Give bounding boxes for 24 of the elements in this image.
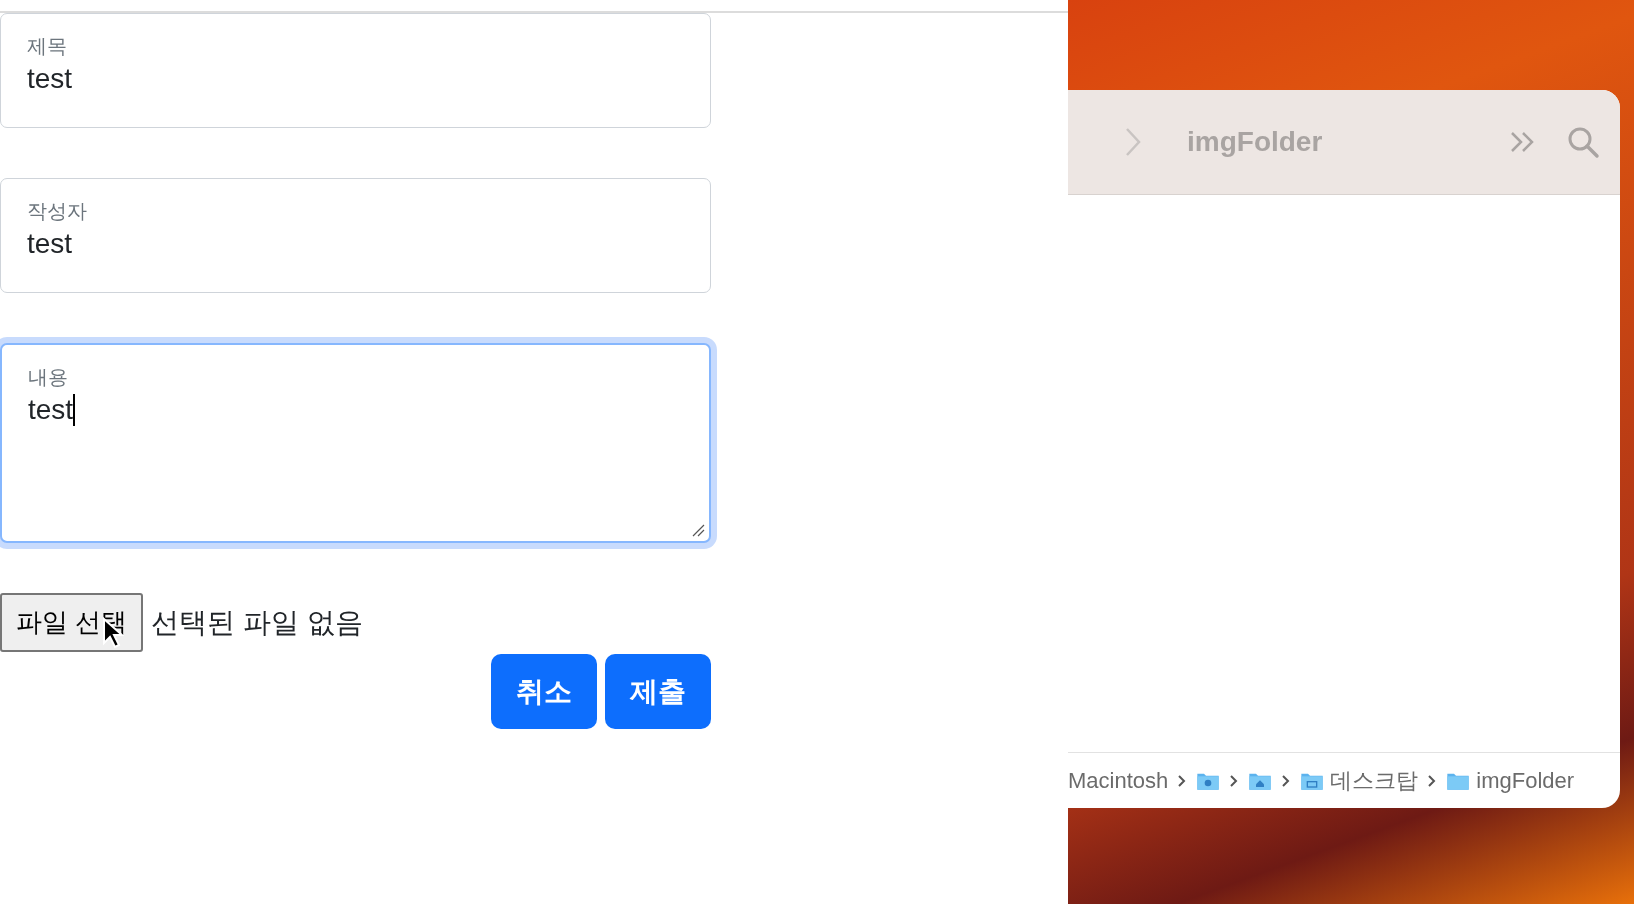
field-label: 제목 — [27, 34, 68, 59]
field-value: test — [27, 62, 73, 96]
text-area[interactable]: 작성자 test — [0, 178, 711, 293]
chevron-icon — [1229, 773, 1240, 788]
chevron-icon — [1281, 773, 1292, 788]
cancel-button[interactable]: 취소 — [491, 654, 597, 729]
text-caret — [73, 394, 75, 426]
field-value: test — [27, 227, 73, 261]
forward-chevron-icon[interactable] — [1124, 127, 1142, 157]
double-chevron-icon[interactable] — [1510, 131, 1536, 153]
chevron-icon — [1177, 773, 1188, 788]
field-label: 내용 — [28, 365, 69, 390]
title-field[interactable]: 제목 test — [0, 13, 711, 128]
path-item[interactable]: 데스크탑 — [1330, 764, 1419, 797]
search-icon[interactable] — [1566, 125, 1600, 159]
field-label: 작성자 — [27, 199, 88, 224]
path-item[interactable]: Macintosh — [1068, 764, 1169, 797]
field-value: test — [28, 393, 74, 427]
window-title: imgFolder — [1187, 125, 1323, 159]
chevron-icon — [1427, 773, 1438, 788]
file-status-text: 선택된 파일 없음 — [151, 605, 363, 640]
resize-handle-icon — [691, 523, 705, 537]
path-item[interactable]: imgFolder — [1476, 764, 1575, 797]
submit-button[interactable]: 제출 — [605, 654, 711, 729]
